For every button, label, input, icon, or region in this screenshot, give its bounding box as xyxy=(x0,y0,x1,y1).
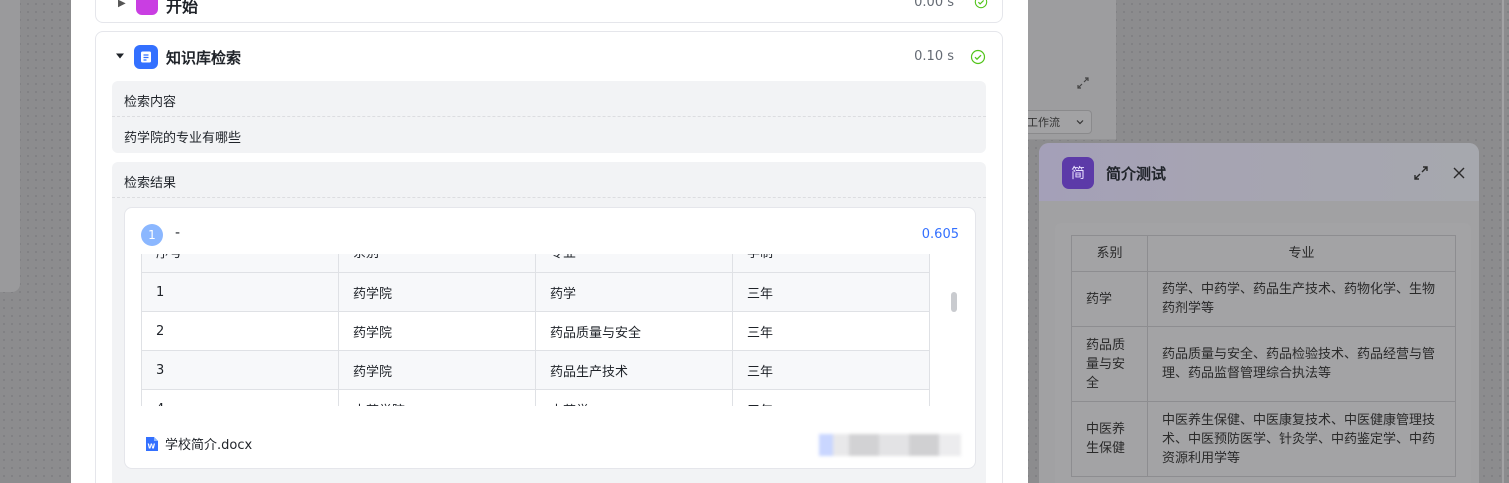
knowledge-retrieval-node-card: 知识库检索 0.10 s 检索内容 药学院的专业有哪些 检索结果 1 - 0.6… xyxy=(95,31,1003,483)
workflow-select-label: 工作流 xyxy=(1027,116,1060,129)
background-divider xyxy=(1502,0,1504,483)
table-cell: 中药学院 xyxy=(338,389,536,406)
table-cell: 药学院 xyxy=(338,350,536,390)
table-cell: 2 xyxy=(141,311,339,351)
table-cell: 药品质量与安全、药品检验技术、药品经营与管理、药品监督管理综合执法等 xyxy=(1147,326,1456,402)
close-icon[interactable] xyxy=(1451,165,1467,181)
preview-panel-header: 简 简介测试 xyxy=(1039,143,1479,201)
table-row: 2 药学院 药品质量与安全 三年 xyxy=(141,311,930,351)
expand-icon xyxy=(1077,77,1089,89)
preview-table: 系别 专业 药学 药学、中药学、药品生产技术、药物化学、生物药剂学等 药品质量与… xyxy=(1071,235,1456,477)
result-card: 1 - 0.605 序号 系别 专业 学制 1 药学院 xyxy=(124,207,976,469)
node-elapsed-time: 0.10 s xyxy=(914,49,954,64)
node-header[interactable]: 知识库检索 0.10 s xyxy=(96,32,1002,82)
run-detail-modal: ▶ 开始 0.00 s 知识库检索 0.10 s 检索内容 药学院的专业有哪些 … xyxy=(71,0,1028,483)
table-cell: 中药学 xyxy=(535,389,733,406)
table-header-cell: 专业 xyxy=(1147,235,1456,272)
workflow-select: 工作流 xyxy=(1020,110,1092,134)
preview-content: 系别 专业 药学 药学、中药学、药品生产技术、药物化学、生物药剂学等 药品质量与… xyxy=(1055,223,1471,483)
table-cell: 1 xyxy=(141,272,339,312)
query-label: 检索内容 xyxy=(112,81,986,117)
table-row: 药品质量与安全 药品质量与安全、药品检验技术、药品经营与管理、药品监督管理综合执… xyxy=(1071,326,1456,402)
result-table-scroll[interactable]: 序号 系别 专业 学制 1 药学院 药学 三年 2 xyxy=(141,254,931,406)
table-cell: 药品质量与安全 xyxy=(1071,326,1148,402)
caret-right-icon[interactable]: ▶ xyxy=(118,0,126,9)
app-avatar: 简 xyxy=(1062,157,1094,189)
table-cell: 三年 xyxy=(732,311,930,351)
query-value: 药学院的专业有哪些 xyxy=(124,131,242,146)
table-cell: 药学院 xyxy=(338,272,536,312)
results-section: 检索结果 1 - 0.605 序号 系别 专业 学制 1 xyxy=(112,162,986,483)
table-cell: 三年 xyxy=(732,350,930,390)
svg-text:W: W xyxy=(148,442,156,450)
table-row: 4 中药学院 中药学 三年 xyxy=(141,389,930,406)
table-cell: 三年 xyxy=(732,389,930,406)
caret-down-icon[interactable] xyxy=(114,50,126,62)
chevron-down-icon xyxy=(1076,120,1084,125)
table-cell: 药品质量与安全 xyxy=(535,311,733,351)
preview-panel: 简 简介测试 系别 专业 药学 药学、中药学、药品生产技术、药物化学、生物药剂学… xyxy=(1039,143,1479,483)
scrollbar-thumb[interactable] xyxy=(951,292,957,312)
document-name: 学校简介.docx xyxy=(165,438,253,453)
redacted-metadata xyxy=(819,434,961,456)
table-cell: 4 xyxy=(141,389,339,406)
table-cell: 药学、中药学、药品生产技术、药物化学、生物药剂学等 xyxy=(1147,271,1456,327)
table-cell: 药学院 xyxy=(338,311,536,351)
table-cell: 药学 xyxy=(1071,271,1148,327)
table-row: 1 药学院 药学 三年 xyxy=(141,272,930,312)
table-header-cell: 序号 xyxy=(141,254,339,273)
table-header-row: 序号 系别 专业 学制 xyxy=(141,254,930,273)
table-header-cell: 专业 xyxy=(535,254,733,273)
table-row: 3 药学院 药品生产技术 三年 xyxy=(141,350,930,390)
preview-panel-title: 简介测试 xyxy=(1106,165,1167,183)
query-section: 检索内容 药学院的专业有哪些 xyxy=(112,81,986,153)
word-document-icon: W xyxy=(146,436,158,451)
background-card xyxy=(0,0,20,292)
result-score: 0.605 xyxy=(921,227,959,242)
table-cell: 药品生产技术 xyxy=(535,350,733,390)
expand-icon[interactable] xyxy=(1413,165,1429,181)
node-title: 知识库检索 xyxy=(166,49,242,67)
source-document-link[interactable]: W 学校简介.docx xyxy=(145,434,252,453)
table-row: 药学 药学、中药学、药品生产技术、药物化学、生物药剂学等 xyxy=(1071,271,1456,327)
knowledge-base-icon xyxy=(134,45,158,69)
rank-badge: 1 xyxy=(141,224,163,246)
result-title: - xyxy=(175,225,181,241)
table-header-cell: 学制 xyxy=(732,254,930,273)
check-circle-icon xyxy=(974,0,988,9)
table-header-row: 系别 专业 xyxy=(1071,235,1456,272)
start-node-card[interactable]: ▶ 开始 0.00 s xyxy=(95,0,1003,23)
table-cell: 3 xyxy=(141,350,339,390)
table-cell: 三年 xyxy=(732,272,930,312)
table-cell: 药学 xyxy=(535,272,733,312)
result-table: 序号 系别 专业 学制 1 药学院 药学 三年 2 xyxy=(141,254,930,406)
table-header-cell: 系别 xyxy=(1071,235,1148,272)
table-header-cell: 系别 xyxy=(338,254,536,273)
start-node-time: 0.00 s xyxy=(914,0,954,10)
table-cell: 中医养生保健 xyxy=(1071,401,1148,477)
results-label: 检索结果 xyxy=(112,162,986,198)
start-node-icon xyxy=(136,0,158,15)
check-circle-icon xyxy=(970,49,986,65)
table-cell: 中医养生保健、中医康复技术、中医健康管理技术、中医预防医学、针灸学、中药鉴定学、… xyxy=(1147,401,1456,477)
table-row: 中医养生保健 中医养生保健、中医康复技术、中医健康管理技术、中医预防医学、针灸学… xyxy=(1071,401,1456,477)
start-node-title: 开始 xyxy=(166,0,199,16)
